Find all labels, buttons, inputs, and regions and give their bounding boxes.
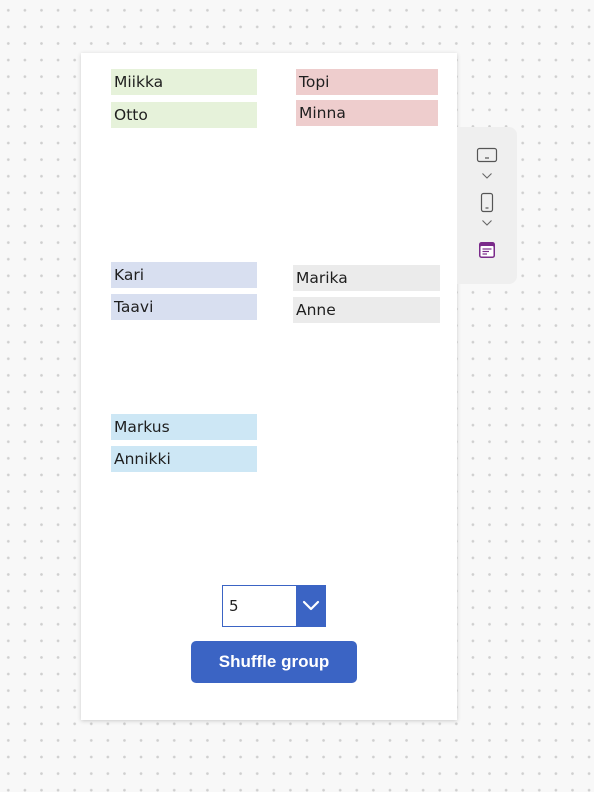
- group-2-member-2: Minna: [296, 100, 438, 126]
- shuffle-group-button[interactable]: Shuffle group: [191, 641, 357, 683]
- group-count-value: 5: [229, 597, 239, 615]
- layout-toolbar: [457, 127, 517, 284]
- group-1-member-1: Miikka: [111, 69, 257, 95]
- group-1-member-2: Otto: [111, 102, 257, 128]
- phone-layout-icon[interactable]: [475, 191, 499, 213]
- group-4-member-2: Anne: [293, 297, 440, 323]
- group-count-dropdown[interactable]: 5: [222, 585, 326, 627]
- chevron-down-icon[interactable]: [475, 170, 499, 182]
- chevron-down-icon[interactable]: [475, 217, 499, 229]
- form-layout-icon[interactable]: [475, 239, 499, 261]
- tablet-layout-icon[interactable]: [475, 146, 499, 164]
- app-screen: Miikka Otto Topi Minna Kari Taavi Marika…: [81, 53, 457, 720]
- group-3-member-1: Kari: [111, 262, 257, 288]
- group-4-member-1: Marika: [293, 265, 440, 291]
- group-5-member-1: Markus: [111, 414, 257, 440]
- chevron-down-icon[interactable]: [296, 586, 325, 626]
- group-2-member-1: Topi: [296, 69, 438, 95]
- group-3-member-2: Taavi: [111, 294, 257, 320]
- group-5-member-2: Annikki: [111, 446, 257, 472]
